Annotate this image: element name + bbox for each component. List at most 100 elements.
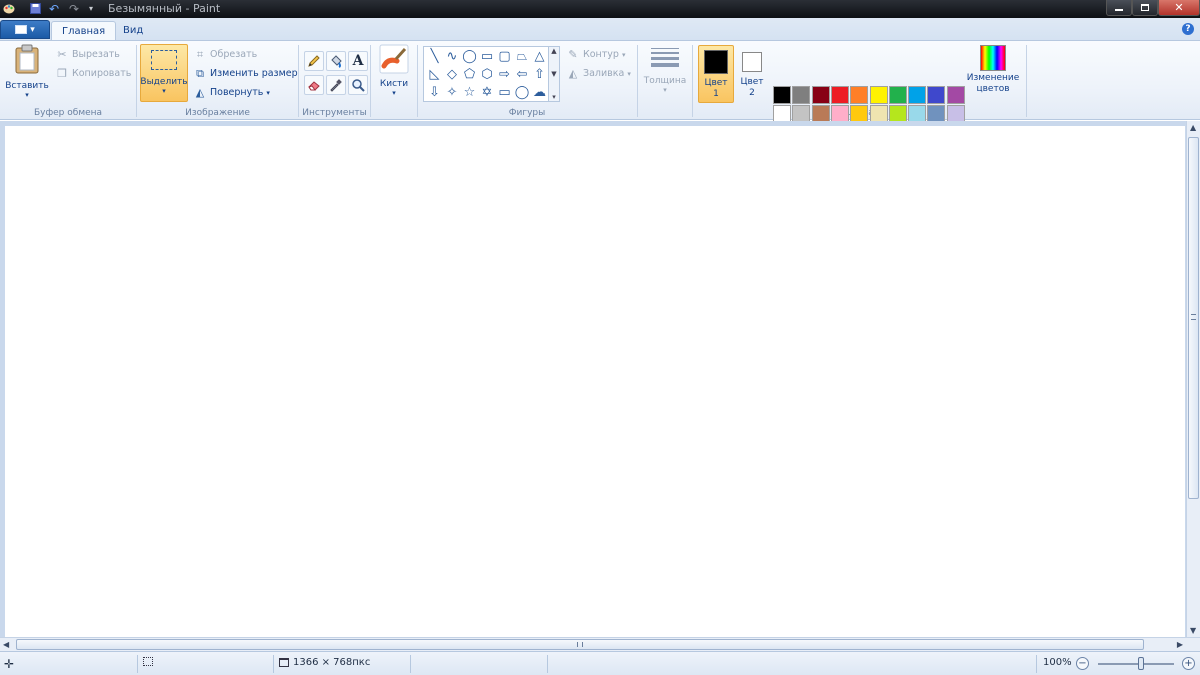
right-triangle-shape-icon[interactable]: ◺	[426, 66, 443, 83]
drawing-canvas[interactable]	[5, 126, 1185, 637]
oval-shape-icon[interactable]: ◯	[461, 48, 478, 65]
polygon-shape-icon[interactable]: ⏢	[514, 48, 531, 65]
color2-swatch	[742, 52, 762, 72]
paste-button[interactable]: Вставить ▾	[4, 44, 50, 99]
minimize-button[interactable]	[1106, 0, 1132, 16]
cloud-callout-shape-icon[interactable]: ☁	[531, 84, 548, 101]
crop-label: Обрезать	[210, 49, 258, 60]
horizontal-scrollbar[interactable]: ◀ ▶	[0, 637, 1200, 651]
edit-colors-label: Изменение цветов	[966, 73, 1020, 94]
right-arrow-shape-icon[interactable]: ⇨	[496, 66, 513, 83]
palette-swatch[interactable]	[773, 86, 791, 104]
outline-button[interactable]: ✎ Контур ▾	[566, 46, 625, 63]
shapes-gallery-scroll[interactable]: ▲ ▼ ▾	[548, 47, 559, 101]
rounded-callout-shape-icon[interactable]: ▭	[496, 84, 513, 101]
palette-swatch[interactable]	[830, 86, 849, 104]
eraser-icon[interactable]	[304, 75, 324, 95]
thickness-label: Толщина	[643, 76, 687, 86]
brushes-button[interactable]: Кисти ▾	[377, 44, 411, 97]
window-title: Безымянный - Paint	[108, 2, 221, 15]
color-picker-icon[interactable]	[326, 75, 346, 95]
tools-group: A Инструменты	[299, 41, 370, 120]
scroll-down-icon[interactable]: ▼	[1190, 626, 1196, 635]
thickness-button[interactable]: Толщина ▾	[640, 44, 690, 94]
paint-app-icon[interactable]	[2, 1, 16, 16]
line-shape-icon[interactable]: ╲	[426, 48, 443, 65]
scroll-left-icon[interactable]: ◀	[3, 640, 9, 649]
color1-button[interactable]: Цвет 1	[698, 45, 734, 103]
left-arrow-shape-icon[interactable]: ⇦	[514, 66, 531, 83]
text-icon[interactable]: A	[348, 51, 368, 71]
line-thickness-icon	[651, 48, 679, 67]
clipboard-paste-icon	[13, 44, 41, 77]
crop-button[interactable]: ⌗ Обрезать	[193, 46, 257, 63]
palette-swatch[interactable]	[908, 86, 927, 104]
magnifier-icon[interactable]	[348, 75, 368, 95]
customize-quick-access-icon[interactable]: ▾	[85, 1, 97, 16]
palette-swatch[interactable]	[869, 86, 888, 104]
zoom-slider-thumb[interactable]	[1138, 657, 1144, 670]
hexagon-shape-icon[interactable]: ⬡	[479, 66, 496, 83]
zoom-in-icon[interactable]: +	[1182, 657, 1195, 670]
palette-swatch[interactable]	[946, 86, 965, 104]
palette-swatch[interactable]	[850, 86, 869, 104]
palette-swatch[interactable]	[888, 86, 907, 104]
color1-swatch	[704, 50, 728, 74]
six-point-star-shape-icon[interactable]: ✡	[479, 84, 496, 101]
color1-label: Цвет 1	[704, 78, 728, 99]
palette-swatch[interactable]	[927, 86, 946, 104]
four-point-star-shape-icon[interactable]: ✧	[444, 84, 461, 101]
select-button[interactable]: Выделить ▾	[140, 44, 188, 102]
horizontal-scroll-thumb[interactable]	[16, 639, 1144, 650]
five-point-star-shape-icon[interactable]: ☆	[461, 84, 478, 101]
image-group-label: Изображение	[185, 108, 250, 118]
palette-swatch[interactable]	[792, 86, 811, 104]
scroll-up-icon[interactable]: ▲	[551, 47, 556, 55]
vertical-scroll-thumb[interactable]	[1188, 137, 1199, 499]
redo-icon[interactable]: ↷	[66, 1, 82, 16]
diamond-shape-icon[interactable]: ◇	[444, 66, 461, 83]
help-icon[interactable]: ?	[1182, 23, 1194, 35]
fill-bucket-icon[interactable]	[326, 51, 346, 71]
pentagon-shape-icon[interactable]: ⬠	[461, 66, 478, 83]
group-divider	[1026, 45, 1027, 117]
fill-bucket-icon: ◭	[568, 67, 578, 80]
down-arrow-shape-icon[interactable]: ⇩	[426, 84, 443, 101]
curve-shape-icon[interactable]: ∿	[444, 48, 461, 65]
image-size-text: 1366 × 768пкс	[293, 657, 371, 668]
paint-menu-button[interactable]: ▾	[0, 20, 50, 39]
fill-button[interactable]: ◭ Заливка ▾	[566, 65, 631, 82]
scroll-down-icon[interactable]: ▼	[551, 70, 556, 78]
zoom-slider[interactable]	[1098, 657, 1174, 670]
save-icon[interactable]	[28, 1, 42, 16]
scroll-up-icon[interactable]: ▲	[1190, 123, 1196, 132]
resize-button[interactable]: ⧉ Изменить размер	[193, 65, 298, 82]
color2-button[interactable]: Цвет 2	[738, 45, 766, 103]
tab-home[interactable]: Главная	[51, 21, 117, 40]
scroll-right-icon[interactable]: ▶	[1177, 640, 1183, 649]
clipboard-group: Вставить ▾ ✂ Вырезать ❐ Копировать Буфер…	[0, 41, 136, 120]
tab-view[interactable]: Вид	[113, 21, 153, 40]
rectangle-shape-icon[interactable]: ▭	[479, 48, 496, 65]
edit-colors-button[interactable]: Изменение цветов	[966, 45, 1020, 95]
oval-callout-shape-icon[interactable]: ◯	[514, 84, 531, 101]
cut-button[interactable]: ✂ Вырезать	[55, 46, 120, 63]
palette-swatch[interactable]	[811, 86, 830, 104]
select-rectangle-icon	[151, 50, 177, 70]
undo-icon[interactable]: ↶	[46, 1, 62, 16]
vertical-scrollbar[interactable]: ▲ ▼	[1186, 121, 1200, 637]
triangle-shape-icon[interactable]: △	[531, 48, 548, 65]
restore-button[interactable]	[1132, 0, 1158, 16]
gallery-expand-icon[interactable]: ▾	[552, 93, 556, 101]
grip-icon	[1191, 314, 1196, 320]
rotate-button[interactable]: ◭ Повернуть ▾	[193, 84, 270, 101]
rotate-label: Повернуть	[210, 87, 264, 98]
copy-button[interactable]: ❐ Копировать	[55, 65, 131, 82]
image-group: Выделить ▾ ⌗ Обрезать ⧉ Изменить размер …	[137, 41, 298, 120]
close-button[interactable]: ✕	[1158, 0, 1200, 16]
rounded-rectangle-shape-icon[interactable]: ▢	[496, 48, 513, 65]
copy-icon: ❐	[57, 67, 67, 80]
pencil-icon[interactable]	[304, 51, 324, 71]
zoom-out-icon[interactable]: −	[1076, 657, 1089, 670]
up-arrow-shape-icon[interactable]: ⇧	[531, 66, 548, 83]
